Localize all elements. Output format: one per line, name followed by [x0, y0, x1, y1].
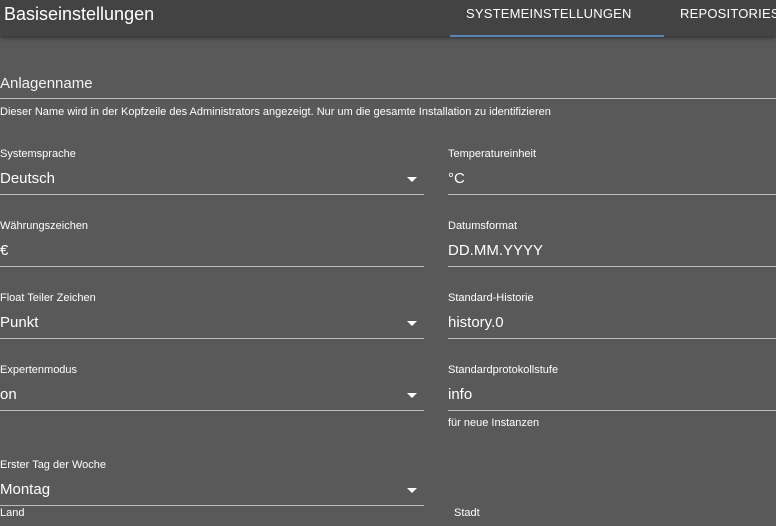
stadt-label: Stadt: [454, 507, 480, 519]
temperatureinheit-underline: [448, 194, 776, 195]
float-teiler-label: Float Teiler Zeichen: [0, 292, 96, 304]
page-title: Basiseinstellungen: [4, 4, 155, 24]
erster-tag-underline: [0, 505, 424, 506]
standard-historie-underline: [448, 338, 776, 339]
expertenmodus-underline: [0, 410, 424, 411]
systemsprache-value: Deutsch: [0, 170, 56, 187]
temperatureinheit-value: °C: [448, 170, 465, 187]
datumsformat-underline: [448, 266, 776, 267]
tab-systemeinstellungen[interactable]: SYSTEMEINSTELLUNGEN: [466, 6, 632, 21]
standardprotokollstufe-input[interactable]: info: [448, 382, 776, 411]
systemsprache-label: Systemsprache: [0, 148, 76, 160]
chevron-down-icon: [407, 488, 417, 493]
chevron-down-icon: [407, 393, 417, 398]
temperatureinheit-input[interactable]: °C: [448, 166, 776, 195]
temperatureinheit-label: Temperatureinheit: [448, 148, 537, 160]
erster-tag-value: Montag: [0, 481, 51, 498]
standard-historie-input[interactable]: history.0: [448, 310, 776, 339]
datumsformat-input[interactable]: DD.MM.YYYY: [448, 238, 776, 267]
standard-historie-value: history.0: [448, 314, 504, 331]
active-tab-indicator: [450, 35, 664, 37]
standardprotokollstufe-help-text: für neue Instanzen: [448, 417, 540, 429]
standardprotokollstufe-underline: [448, 410, 776, 411]
datumsformat-label: Datumsformat: [448, 220, 518, 232]
top-bar: Basiseinstellungen SYSTEMEINSTELLUNGEN R…: [0, 0, 776, 37]
waehrungszeichen-label: Währungszeichen: [0, 220, 89, 232]
chevron-down-icon: [407, 321, 417, 326]
standardprotokollstufe-value: info: [448, 386, 473, 403]
waehrungszeichen-value: €: [0, 242, 9, 259]
waehrungszeichen-input[interactable]: €: [0, 238, 424, 267]
float-teiler-value: Punkt: [0, 314, 39, 331]
expertenmodus-select[interactable]: on: [0, 382, 424, 411]
float-teiler-underline: [0, 338, 424, 339]
expertenmodus-label: Expertenmodus: [0, 364, 78, 376]
systemsprache-underline: [0, 194, 424, 195]
waehrungszeichen-underline: [0, 266, 424, 267]
anlagenname-underline: [0, 98, 776, 99]
anlagenname-placeholder: Anlagenname: [0, 75, 93, 92]
anlagenname-input[interactable]: Anlagenname: [0, 70, 776, 100]
standardprotokollstufe-label: Standardprotokollstufe: [448, 364, 559, 376]
standard-historie-label: Standard-Historie: [448, 292, 534, 304]
datumsformat-value: DD.MM.YYYY: [448, 242, 544, 259]
erster-tag-select[interactable]: Montag: [0, 477, 424, 506]
erster-tag-label: Erster Tag der Woche: [0, 459, 106, 471]
tab-repositories[interactable]: REPOSITORIES: [680, 6, 776, 21]
chevron-down-icon: [407, 177, 417, 182]
land-label: Land: [0, 507, 25, 519]
expertenmodus-value: on: [0, 386, 17, 403]
systemsprache-select[interactable]: Deutsch: [0, 166, 424, 195]
float-teiler-select[interactable]: Punkt: [0, 310, 424, 339]
anlagenname-help-text: Dieser Name wird in der Kopfzeile des Ad…: [0, 106, 551, 118]
